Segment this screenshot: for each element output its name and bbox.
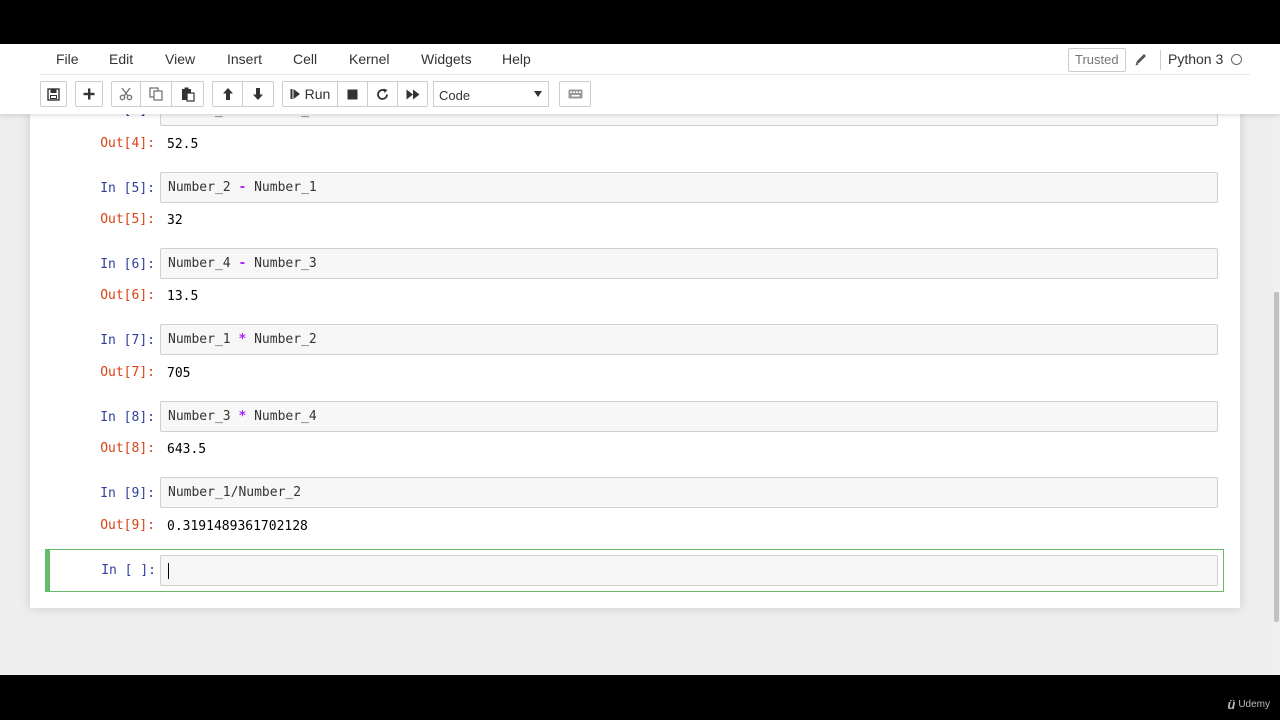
cell-code: Number_3 * Number_4 — [168, 409, 317, 424]
restart-run-all-button[interactable] — [398, 81, 428, 107]
interrupt-button[interactable] — [338, 81, 368, 107]
cell-output: 52.5 — [167, 137, 199, 152]
command-palette-button[interactable] — [559, 81, 591, 107]
menu-file[interactable]: File — [56, 51, 79, 67]
kernel-status-icon — [1231, 54, 1242, 65]
paste-icon — [181, 87, 195, 102]
move-up-button[interactable] — [212, 81, 243, 107]
text-cursor — [168, 563, 169, 579]
cell-type-select[interactable]: Code — [433, 81, 549, 107]
run-label: Run — [304, 86, 331, 102]
arrow-down-icon — [252, 87, 264, 101]
in-prompt: In [ ]: — [101, 563, 156, 578]
in-prompt: In [7]: — [100, 333, 155, 348]
cell-output: 32 — [167, 213, 183, 228]
watermark-text: Udemy — [1238, 699, 1270, 710]
restart-icon — [376, 88, 389, 101]
selected-code-cell[interactable]: In [ ]: — [45, 549, 1224, 592]
stop-icon — [347, 89, 358, 100]
cell-output: 705 — [167, 366, 191, 381]
cell-output: 643.5 — [167, 442, 207, 457]
copy-button[interactable] — [141, 81, 172, 107]
cell-type-value: Code — [439, 88, 471, 103]
menubar: File Edit View Insert Cell Kernel Widget… — [40, 44, 1250, 75]
cell-code: Number_1/Number_2 — [168, 485, 302, 500]
kernel-separator — [1160, 50, 1161, 70]
kernel-name[interactable]: Python 3 — [1168, 51, 1223, 67]
udemy-logo-icon: ü — [1227, 697, 1236, 712]
udemy-watermark: ü Udemy — [1227, 697, 1270, 712]
in-prompt: In [5]: — [100, 181, 155, 196]
caret-down-icon — [534, 91, 542, 97]
paste-button[interactable] — [172, 81, 204, 107]
toolbar: Run Code — [40, 81, 1250, 109]
scrollbar[interactable] — [1273, 114, 1280, 675]
menu-view[interactable]: View — [165, 51, 195, 67]
scrollbar-thumb[interactable] — [1274, 292, 1279, 622]
cell-input[interactable]: Number_2 - Number_1 — [160, 172, 1218, 203]
menu-kernel[interactable]: Kernel — [349, 51, 389, 67]
cell-output: 13.5 — [167, 289, 199, 304]
arrow-up-icon — [222, 87, 234, 101]
cell-input[interactable]: Number_1 * Number_2 — [160, 324, 1218, 355]
cell-input[interactable]: Number_1/Number_2 — [160, 477, 1218, 508]
cell-input[interactable] — [160, 555, 1218, 586]
edit-pencil-icon[interactable] — [1134, 51, 1148, 67]
cell-input[interactable]: Number_3 * Number_4 — [160, 401, 1218, 432]
selected-cell-indicator — [45, 549, 50, 592]
cell-output: 0.3191489361702128 — [167, 519, 308, 534]
restart-button[interactable] — [368, 81, 398, 107]
insert-cell-button[interactable] — [75, 81, 103, 107]
save-button[interactable] — [40, 81, 67, 107]
out-prompt: Out[9]: — [100, 518, 155, 533]
fast-forward-icon — [406, 89, 420, 100]
step-forward-icon — [290, 88, 301, 100]
cut-button[interactable] — [111, 81, 141, 107]
out-prompt: Out[5]: — [100, 212, 155, 227]
menu-insert[interactable]: Insert — [227, 51, 262, 67]
in-prompt: In [6]: — [100, 257, 155, 272]
keyboard-icon — [568, 89, 583, 99]
trusted-indicator[interactable]: Trusted — [1068, 48, 1126, 72]
cell-code: Number_4 - Number_3 — [168, 256, 317, 271]
notebook-header: File Edit View Insert Cell Kernel Widget… — [0, 44, 1280, 114]
menu-widgets[interactable]: Widgets — [421, 51, 472, 67]
copy-icon — [149, 87, 163, 101]
menu-help[interactable]: Help — [502, 51, 531, 67]
notebook-screen: File Edit View Insert Cell Kernel Widget… — [0, 44, 1280, 675]
menu-edit[interactable]: Edit — [109, 51, 133, 67]
scissors-icon — [119, 87, 133, 101]
in-prompt: In [8]: — [100, 410, 155, 425]
out-prompt: Out[4]: — [100, 136, 155, 151]
out-prompt: Out[8]: — [100, 441, 155, 456]
run-button[interactable]: Run — [282, 81, 338, 107]
plus-icon — [83, 88, 95, 100]
cell-code: Number_2 - Number_1 — [168, 180, 317, 195]
cell-code: Number_1 * Number_2 — [168, 332, 317, 347]
out-prompt: Out[6]: — [100, 288, 155, 303]
out-prompt: Out[7]: — [100, 365, 155, 380]
notebook-container: Number_3 + Number_4 In [4]: Out[4]: 52.5… — [30, 95, 1240, 608]
move-down-button[interactable] — [243, 81, 274, 107]
menu-cell[interactable]: Cell — [293, 51, 317, 67]
in-prompt: In [9]: — [100, 486, 155, 501]
save-icon — [47, 87, 60, 101]
cell-input[interactable]: Number_4 - Number_3 — [160, 248, 1218, 279]
